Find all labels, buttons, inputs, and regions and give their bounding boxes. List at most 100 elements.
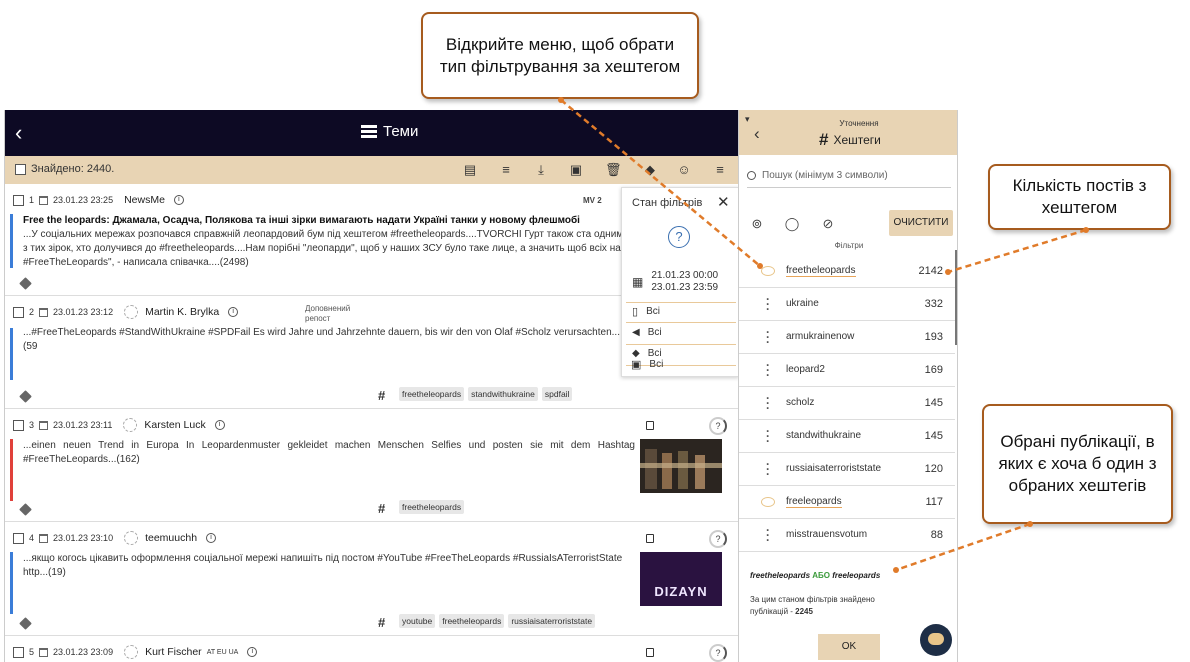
tag-icon[interactable] <box>19 277 32 290</box>
post-item[interactable]: 5 23.01.23 23:09 Kurt Fischer AT EU UA i… <box>5 636 738 662</box>
hashtag-row[interactable]: · · · russiaisaterroriststate 120 <box>739 453 955 486</box>
emoji-icon[interactable]: ☺ <box>677 162 691 178</box>
help-icon[interactable]: ? <box>668 226 690 248</box>
toolbar: Знайдено: 2440. ▤ ≡ ⤓ ▣ 🗑 ◆ ☺ ≡ <box>5 156 738 184</box>
more-options-icon[interactable]: · · · <box>766 524 770 546</box>
ok-button[interactable]: OK <box>818 634 880 660</box>
hashtag-chip[interactable]: freetheleopards <box>399 387 465 401</box>
info-icon[interactable]: i <box>173 195 184 205</box>
info-icon[interactable]: i <box>206 533 217 543</box>
found-note-count: 2245 <box>795 607 813 616</box>
selected-ring-icon[interactable] <box>761 266 775 276</box>
post-author[interactable]: Martin K. Brylka <box>145 306 219 318</box>
sentiment-bar <box>10 214 13 268</box>
more-options-icon[interactable]: · · · <box>766 293 770 315</box>
filter-row-media[interactable]: ▣ Всі <box>631 358 663 371</box>
hashtag-row[interactable]: · · · misstrauensvotum 88 <box>739 519 955 552</box>
hashtag-count: 120 <box>924 463 943 475</box>
hashtag-chip[interactable]: freetheleopards <box>439 614 505 628</box>
union-icon[interactable]: ◯ <box>784 216 800 232</box>
scrollbar[interactable] <box>955 250 957 345</box>
hashtag-row[interactable]: freetheleopards 2142 <box>739 255 955 288</box>
hashtag-chips: freetheleopards <box>399 500 465 514</box>
hashtag-chip[interactable]: russiaisaterroriststate <box>508 614 596 628</box>
post-text: ...У соціальних мережах розпочався справ… <box>23 229 629 268</box>
divider <box>626 322 736 323</box>
hashtag-name: leopard2 <box>786 364 825 375</box>
post-checkbox[interactable] <box>13 646 24 658</box>
post-thumbnail[interactable] <box>640 439 722 493</box>
post-checkbox[interactable] <box>13 532 24 544</box>
hashtag-row[interactable]: · · · standwithukraine 145 <box>739 420 955 453</box>
post-text: ...якщо когось цікавить оформлення соціа… <box>23 553 623 578</box>
hashtag-row[interactable]: · · · ukraine 332 <box>739 288 955 321</box>
filter-value: Всі <box>647 327 662 338</box>
filter-icon[interactable]: ≡ <box>713 162 727 178</box>
callout-count: Кількість постів з хештегом <box>988 164 1171 230</box>
hashtag-chip[interactable]: standwithukraine <box>468 387 538 401</box>
more-options-icon[interactable]: · · · <box>766 425 770 447</box>
filter-row-type[interactable]: ◀ Всі <box>632 327 662 338</box>
tag-icon[interactable] <box>19 617 32 630</box>
hashtag-name: misstrauensvotum <box>786 529 868 540</box>
back-button[interactable]: ‹ <box>15 120 35 146</box>
intersect-icon[interactable]: ⊚ <box>749 216 765 232</box>
clear-button[interactable]: ОЧИСТИТИ <box>889 210 953 236</box>
info-icon[interactable]: i <box>228 307 239 317</box>
more-options-icon[interactable]: · · · <box>766 392 770 414</box>
hashtag-chip[interactable]: youtube <box>399 614 436 628</box>
post-header: 5 23.01.23 23:09 Kurt Fischer AT EU UA i <box>13 644 258 660</box>
document-icon[interactable]: ▤ <box>463 162 477 178</box>
post-date: 23.01.23 23:10 <box>53 533 114 543</box>
close-icon[interactable]: ✕ <box>717 193 730 211</box>
hashtag-row[interactable]: freeleopards 117 <box>739 486 955 519</box>
hashtag-chip[interactable]: spdfail <box>541 387 573 401</box>
search-input[interactable]: Пошук (мінімум 3 символи) <box>747 170 951 188</box>
post-thumbnail[interactable]: DIZAYN <box>640 552 722 606</box>
info-icon[interactable]: i <box>214 420 225 430</box>
document-icon[interactable] <box>646 421 654 430</box>
hashtag-chip[interactable]: freetheleopards <box>399 500 465 514</box>
document-icon[interactable] <box>646 648 654 657</box>
tag-icon[interactable] <box>19 390 32 403</box>
hashtag-chips: freetheleopards standwithukraine spdfail <box>399 387 573 401</box>
hashtag-count: 117 <box>925 496 943 508</box>
hashtag-count: 88 <box>930 529 943 541</box>
more-options-icon[interactable]: · · · <box>766 458 770 480</box>
panel-title: # Хештеги <box>819 130 881 150</box>
download-icon[interactable]: ⤓ <box>534 162 548 178</box>
save-icon[interactable]: ▣ <box>569 162 583 178</box>
exclude-icon[interactable]: ⊘ <box>820 216 836 232</box>
post-checkbox[interactable] <box>13 306 24 318</box>
post-item[interactable]: 3 23.01.23 23:11 Karsten Luck i ? ...ein… <box>5 409 738 522</box>
more-options-icon[interactable]: · · · <box>766 359 770 381</box>
text-lines-icon[interactable]: ≡ <box>499 162 513 178</box>
tag-icon[interactable] <box>19 503 32 516</box>
hashtag-row[interactable]: · · · armukrainenow 193 <box>739 321 955 354</box>
post-author[interactable]: Karsten Luck <box>144 419 205 431</box>
date-from: 21.01.23 00:00 <box>651 270 719 281</box>
hashtag-icon: # <box>378 615 386 630</box>
post-author[interactable]: NewsMe <box>124 194 165 206</box>
selected-ring-icon[interactable] <box>761 497 775 507</box>
hashtag-row[interactable]: · · · leopard2 169 <box>739 354 955 387</box>
hashtag-name: russiaisaterroriststate <box>786 463 882 474</box>
post-author[interactable]: Kurt Fischer <box>145 646 202 658</box>
hashtag-count: 2142 <box>918 265 943 277</box>
author-flags: AT EU UA <box>206 648 239 656</box>
hashtag-name: freeleopards <box>786 496 842 508</box>
post-item[interactable]: 4 23.01.23 23:10 teemuuchh i ? ...якщо к… <box>5 522 738 636</box>
delete-icon[interactable]: 🗑 <box>605 162 622 178</box>
hashtag-row[interactable]: · · · scholz 145 <box>739 387 955 420</box>
post-author[interactable]: teemuuchh <box>145 532 197 544</box>
select-all-checkbox[interactable] <box>15 163 26 175</box>
chat-icon[interactable] <box>920 624 952 656</box>
info-icon[interactable]: i <box>247 647 258 657</box>
filter-row-sources[interactable]: ▯ Всі <box>632 305 660 318</box>
more-options-icon[interactable]: · · · <box>766 326 770 348</box>
filter-expression: freetheleopards АБО freeleopards <box>750 571 880 580</box>
post-checkbox[interactable] <box>13 194 24 206</box>
document-icon[interactable] <box>646 534 654 543</box>
post-checkbox[interactable] <box>13 419 24 431</box>
tag-icon[interactable]: ◆ <box>643 162 657 178</box>
